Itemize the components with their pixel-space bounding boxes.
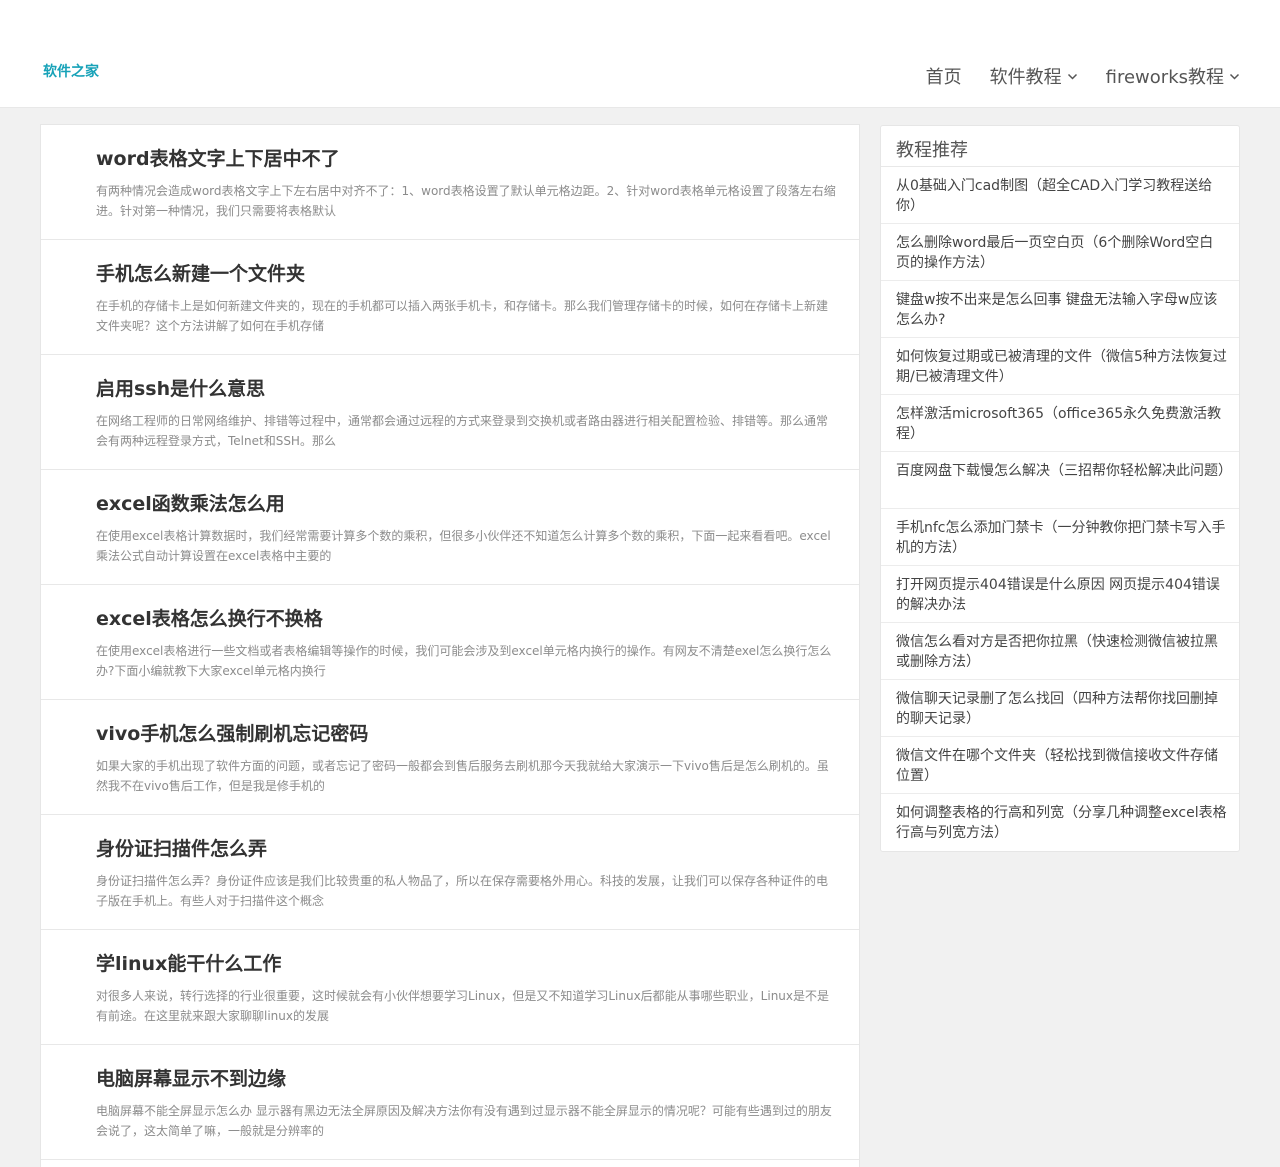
article-item: 身份证扫描件怎么弄 身份证扫描件怎么弄？身份证件应该是我们比较贵重的私人物品了，… [41,815,859,930]
article-title[interactable]: excel表格怎么换行不换格 [96,607,839,631]
nav-item-label: 首页 [925,67,962,88]
recommended-tutorials-panel: 教程推荐 从0基础入门cad制图（超全CAD入门学习教程送给你） 怎么删除wor… [880,125,1240,852]
recommended-link[interactable]: 微信怎么看对方是否把你拉黑（快速检测微信被拉黑或删除方法） [881,623,1239,680]
nav-item-home[interactable]: 首页 [926,63,962,89]
article-title[interactable]: 手机怎么新建一个文件夹 [96,262,839,286]
article-title[interactable]: 启用ssh是什么意思 [96,377,839,401]
nav-item-fireworks-tutorials[interactable]: fireworks教程 [1106,63,1240,89]
nav-item-label: fireworks教程 [1105,67,1224,88]
article-excerpt: 电脑屏幕不能全屏显示怎么办 显示器有黑边无法全屏原因及解决方法你有没有遇到过显示… [96,1104,832,1138]
article-title[interactable]: word表格文字上下居中不了 [96,147,839,171]
article-item: word表格文字上下居中不了 有两种情况会造成word表格文字上下左右居中对齐不… [41,125,859,240]
recommended-link[interactable]: 如何调整表格的行高和列宽（分享几种调整excel表格行高与列宽方法） [881,794,1239,851]
article-title[interactable]: 学linux能干什么工作 [96,952,839,976]
recommended-link[interactable]: 从0基础入门cad制图（超全CAD入门学习教程送给你） [881,167,1239,224]
article-item: excel函数乘法怎么用 在使用excel表格计算数据时，我们经常需要计算多个数… [41,470,859,585]
article-title[interactable]: 电脑屏幕显示不到边缘 [96,1067,839,1091]
sidebar-title: 教程推荐 [881,126,1239,167]
article-excerpt: 对很多人来说，转行选择的行业很重要，这时候就会有小伙伴想要学习Linux，但是又… [96,989,830,1023]
article-item: excel表格怎么换行不换格 在使用excel表格进行一些文档或者表格编辑等操作… [41,585,859,700]
nav-item-software-tutorials[interactable]: 软件教程 [990,63,1078,89]
recommended-link[interactable]: 怎样激活microsoft365（office365永久免费激活教程） [881,395,1239,452]
article-title[interactable]: 身份证扫描件怎么弄 [96,837,839,861]
recommended-link[interactable]: 键盘w按不出来是怎么回事 键盘无法输入字母w应该怎么办? [881,281,1239,338]
article-excerpt: 如果大家的手机出现了软件方面的问题，或者忘记了密码一般都会到售后服务去刷机那今天… [96,759,829,793]
article-title[interactable]: vivo手机怎么强制刷机忘记密码 [96,722,839,746]
article-excerpt: 有两种情况会造成word表格文字上下左右居中对齐不了：1、word表格设置了默认… [96,184,836,218]
chevron-down-icon [1229,71,1240,82]
article-item: vivo手机怎么强制刷机忘记密码 如果大家的手机出现了软件方面的问题，或者忘记了… [41,700,859,815]
nav-item-label: 软件教程 [989,67,1062,88]
article-item: 手机怎么新建一个文件夹 在手机的存储卡上是如何新建文件夹的，现在的手机都可以插入… [41,240,859,355]
article-excerpt: 在使用excel表格进行一些文档或者表格编辑等操作的时候，我们可能会涉及到exc… [96,644,832,678]
article-item: 学linux能干什么工作 对很多人来说，转行选择的行业很重要，这时候就会有小伙伴… [41,930,859,1045]
article-title[interactable]: excel函数乘法怎么用 [96,492,839,516]
site-header: 软件之家 首页 软件教程 fireworks教程 [0,0,1280,108]
recommended-link[interactable]: 微信聊天记录删了怎么找回（四种方法帮你找回删掉的聊天记录） [881,680,1239,737]
article-item: 电脑屏幕显示不到边缘 电脑屏幕不能全屏显示怎么办 显示器有黑边无法全屏原因及解决… [41,1045,859,1160]
recommended-link[interactable]: 百度网盘下载慢怎么解决（三招帮你轻松解决此问题） [881,452,1239,509]
article-excerpt: 在手机的存储卡上是如何新建文件夹的，现在的手机都可以插入两张手机卡，和存储卡。那… [96,299,829,333]
main-nav: 首页 软件教程 fireworks教程 [898,63,1240,89]
recommended-link[interactable]: 如何恢复过期或已被清理的文件（微信5种方法恢复过期/已被清理文件） [881,338,1239,395]
recommended-link[interactable]: 怎么删除word最后一页空白页（6个删除Word空白页的操作方法） [881,224,1239,281]
site-logo[interactable]: 软件之家 [43,61,99,81]
article-item: 启用ssh是什么意思 在网络工程师的日常网络维护、排错等过程中，通常都会通过远程… [41,355,859,470]
recommended-link[interactable]: 微信文件在哪个文件夹（轻松找到微信接收文件存储位置） [881,737,1239,794]
recommended-link[interactable]: 打开网页提示404错误是什么原因 网页提示404错误的解决办法 [881,566,1239,623]
chevron-down-icon [1067,71,1078,82]
article-list: word表格文字上下居中不了 有两种情况会造成word表格文字上下左右居中对齐不… [40,124,860,1167]
article-excerpt: 身份证扫描件怎么弄？身份证件应该是我们比较贵重的私人物品了，所以在保存需要格外用… [96,874,829,908]
recommended-link[interactable]: 手机nfc怎么添加门禁卡（一分钟教你把门禁卡写入手机的方法） [881,509,1239,566]
article-excerpt: 在网络工程师的日常网络维护、排错等过程中，通常都会通过远程的方式来登录到交换机或… [96,414,829,448]
article-excerpt: 在使用excel表格计算数据时，我们经常需要计算多个数的乘积，但很多小伙伴还不知… [96,529,831,563]
